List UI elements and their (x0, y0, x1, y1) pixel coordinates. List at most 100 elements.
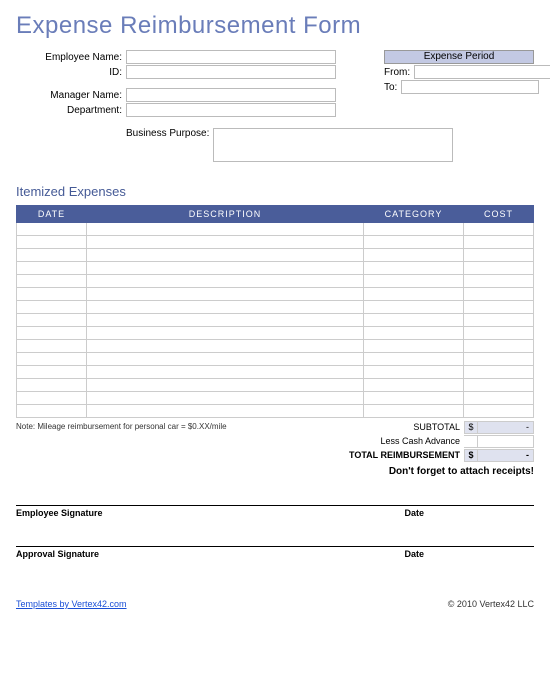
table-row (17, 223, 534, 236)
cell-date[interactable] (17, 327, 87, 340)
less-cash-advance-cell[interactable] (464, 435, 478, 448)
approval-signature-line: Approval Signature Date (16, 546, 534, 559)
cell-description[interactable] (87, 327, 364, 340)
subtotal-label: SUBTOTAL (284, 422, 464, 432)
copyright-text: © 2010 Vertex42 LLC (448, 599, 534, 609)
table-row (17, 327, 534, 340)
business-purpose-label: Business Purpose: (126, 128, 213, 162)
cell-category[interactable] (364, 392, 464, 405)
business-purpose-input[interactable] (213, 128, 453, 162)
manager-name-input[interactable] (126, 88, 336, 102)
cell-date[interactable] (17, 392, 87, 405)
cell-date[interactable] (17, 353, 87, 366)
cell-description[interactable] (87, 223, 364, 236)
period-fields: Expense Period From: To: (384, 50, 534, 118)
cell-description[interactable] (87, 275, 364, 288)
employee-signature-label: Employee Signature (16, 508, 103, 518)
cell-category[interactable] (364, 275, 464, 288)
cell-category[interactable] (364, 340, 464, 353)
table-row (17, 262, 534, 275)
cell-date[interactable] (17, 405, 87, 418)
cell-date[interactable] (17, 236, 87, 249)
cell-cost[interactable] (464, 301, 534, 314)
table-row (17, 340, 534, 353)
cell-category[interactable] (364, 262, 464, 275)
templates-link[interactable]: Templates by Vertex42.com (16, 599, 127, 609)
cell-cost[interactable] (464, 379, 534, 392)
business-purpose-row: Business Purpose: (126, 128, 534, 162)
table-row (17, 392, 534, 405)
cell-description[interactable] (87, 262, 364, 275)
cell-category[interactable] (364, 236, 464, 249)
from-label: From: (384, 67, 414, 78)
from-input[interactable] (414, 65, 550, 79)
cell-cost[interactable] (464, 223, 534, 236)
cell-cost[interactable] (464, 405, 534, 418)
itemized-expenses-heading: Itemized Expenses (16, 184, 534, 199)
cell-cost[interactable] (464, 353, 534, 366)
cell-category[interactable] (364, 249, 464, 262)
cell-description[interactable] (87, 392, 364, 405)
cell-category[interactable] (364, 301, 464, 314)
cell-description[interactable] (87, 405, 364, 418)
cell-cost[interactable] (464, 288, 534, 301)
cell-cost[interactable] (464, 236, 534, 249)
cell-date[interactable] (17, 379, 87, 392)
cell-date[interactable] (17, 223, 87, 236)
col-description-header: DESCRIPTION (87, 206, 364, 223)
cell-description[interactable] (87, 340, 364, 353)
cell-description[interactable] (87, 379, 364, 392)
cell-cost[interactable] (464, 340, 534, 353)
cell-date[interactable] (17, 366, 87, 379)
cell-category[interactable] (364, 366, 464, 379)
cell-date[interactable] (17, 262, 87, 275)
cell-description[interactable] (87, 366, 364, 379)
col-date-header: DATE (17, 206, 87, 223)
cell-description[interactable] (87, 288, 364, 301)
cell-description[interactable] (87, 249, 364, 262)
cell-description[interactable] (87, 301, 364, 314)
employee-name-input[interactable] (126, 50, 336, 64)
cell-cost[interactable] (464, 249, 534, 262)
expenses-table: DATE DESCRIPTION CATEGORY COST (16, 205, 534, 418)
attach-receipts-reminder: Don't forget to attach receipts! (16, 466, 534, 477)
cell-cost[interactable] (464, 314, 534, 327)
cell-description[interactable] (87, 314, 364, 327)
table-row (17, 301, 534, 314)
cell-cost[interactable] (464, 275, 534, 288)
cell-category[interactable] (364, 288, 464, 301)
table-row (17, 314, 534, 327)
approval-signature-date-label: Date (404, 549, 424, 559)
cell-description[interactable] (87, 236, 364, 249)
cell-date[interactable] (17, 275, 87, 288)
less-cash-advance-value[interactable] (478, 435, 534, 448)
cell-category[interactable] (364, 379, 464, 392)
cell-category[interactable] (364, 223, 464, 236)
employee-signature-date-label: Date (404, 508, 424, 518)
cell-date[interactable] (17, 249, 87, 262)
table-row (17, 405, 534, 418)
cell-cost[interactable] (464, 262, 534, 275)
approval-signature-label: Approval Signature (16, 549, 99, 559)
cell-date[interactable] (17, 288, 87, 301)
table-row (17, 366, 534, 379)
cell-description[interactable] (87, 353, 364, 366)
cell-cost[interactable] (464, 392, 534, 405)
table-row (17, 288, 534, 301)
cell-cost[interactable] (464, 366, 534, 379)
cell-date[interactable] (17, 314, 87, 327)
cell-category[interactable] (364, 405, 464, 418)
cell-date[interactable] (17, 340, 87, 353)
cell-date[interactable] (17, 301, 87, 314)
cell-category[interactable] (364, 327, 464, 340)
department-input[interactable] (126, 103, 336, 117)
id-input[interactable] (126, 65, 336, 79)
cell-category[interactable] (364, 314, 464, 327)
to-input[interactable] (401, 80, 539, 94)
total-reimbursement-label: TOTAL REIMBURSEMENT (284, 450, 464, 460)
col-category-header: CATEGORY (364, 206, 464, 223)
cell-cost[interactable] (464, 327, 534, 340)
table-row (17, 353, 534, 366)
employee-name-label: Employee Name: (16, 52, 126, 63)
cell-category[interactable] (364, 353, 464, 366)
